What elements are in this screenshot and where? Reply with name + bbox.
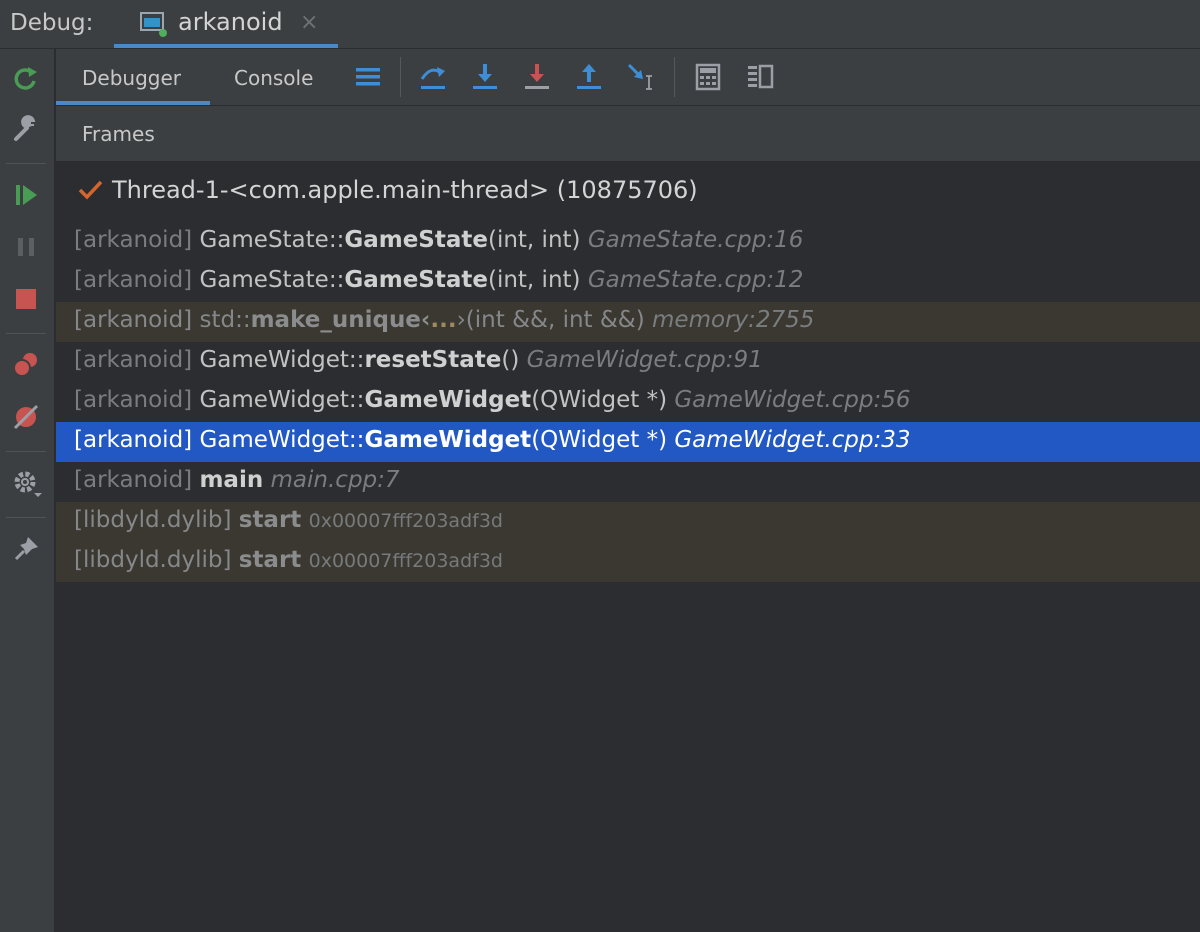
frame-namespace: std:: — [199, 307, 251, 333]
settings-icon[interactable] — [10, 467, 42, 499]
frame-location: main.cpp:7 — [270, 467, 400, 493]
tab-label: arkanoid — [178, 8, 283, 36]
debugger-toolbar: Debugger Console — [56, 49, 1200, 106]
step-over-icon[interactable] — [417, 61, 449, 93]
frame-function: GameWidget — [364, 427, 532, 453]
layout-icon[interactable] — [744, 61, 776, 93]
frame-args: () — [501, 347, 520, 373]
frame-module: [libdyld.dylib] — [74, 547, 232, 573]
step-out-icon[interactable] — [573, 61, 605, 93]
frames-header-label: Frames — [82, 122, 155, 146]
debug-titlebar: Debug: arkanoid × — [0, 0, 1200, 49]
frame-function: GameState — [344, 267, 488, 293]
side-separator — [6, 333, 46, 334]
frames-list: [arkanoid] GameState::GameState(int, int… — [56, 222, 1200, 582]
evaluate-expression-icon[interactable] — [692, 61, 724, 93]
view-breakpoints-icon[interactable] — [10, 349, 42, 381]
frame-module: [arkanoid] — [74, 227, 193, 253]
tab-console-label: Console — [234, 66, 314, 90]
frame-module: [arkanoid] — [74, 267, 193, 293]
tab-debugger-label: Debugger — [82, 66, 181, 90]
frame-module: [arkanoid] — [74, 307, 193, 333]
resume-icon[interactable] — [10, 179, 42, 211]
frame-module: [arkanoid] — [74, 387, 193, 413]
frame-args: (QWidget *) — [531, 427, 668, 453]
run-to-cursor-icon[interactable] — [625, 61, 657, 93]
stack-frame-row[interactable]: [libdyld.dylib] start 0x00007fff203adf3d — [56, 542, 1200, 582]
tab-arkanoid[interactable]: arkanoid × — [114, 0, 338, 48]
frame-function: GameWidget — [364, 387, 532, 413]
debug-side-toolbar — [0, 49, 55, 932]
frame-location: GameWidget.cpp:91 — [526, 347, 763, 373]
frame-ellipsis: ... — [430, 307, 457, 333]
stack-frame-row[interactable]: [arkanoid] std::make_unique‹...›(int &&,… — [56, 302, 1200, 342]
frame-location: GameState.cpp:12 — [587, 267, 804, 293]
wrench-icon[interactable] — [10, 113, 42, 145]
frame-function: start — [238, 547, 302, 573]
stack-frame-row[interactable]: [arkanoid] GameWidget::GameWidget(QWidge… — [56, 422, 1200, 462]
toolbar-separator — [400, 57, 401, 97]
frame-location: GameWidget.cpp:56 — [674, 387, 911, 413]
stack-frame-row[interactable]: [arkanoid] main main.cpp:7 — [56, 462, 1200, 502]
side-separator — [6, 451, 46, 452]
mute-breakpoints-icon[interactable] — [10, 401, 42, 433]
thread-selector[interactable]: Thread-1-<com.apple.main-thread> (108757… — [56, 162, 1200, 220]
frame-function: main — [199, 467, 264, 493]
frame-args: ›(int &&, int &&) — [456, 307, 645, 333]
frame-function: GameState — [344, 227, 488, 253]
tab-active-indicator — [114, 44, 338, 48]
frame-function: make_unique‹ — [250, 307, 431, 333]
side-separator — [6, 163, 46, 164]
rerun-icon[interactable] — [10, 63, 42, 95]
debug-label: Debug: — [10, 10, 94, 36]
stop-icon[interactable] — [10, 283, 42, 315]
stack-frame-row[interactable]: [arkanoid] GameWidget::GameWidget(QWidge… — [56, 382, 1200, 422]
frame-module: [libdyld.dylib] — [74, 507, 232, 533]
toolbar-separator — [674, 57, 675, 97]
frame-args: (int, int) — [487, 267, 581, 293]
stack-frame-row[interactable]: [arkanoid] GameWidget::resetState() Game… — [56, 342, 1200, 382]
frame-address: 0x00007fff203adf3d — [308, 550, 503, 572]
frame-namespace: GameWidget:: — [199, 387, 365, 413]
frame-module: [arkanoid] — [74, 467, 193, 493]
frame-module: [arkanoid] — [74, 427, 193, 453]
step-into-icon[interactable] — [469, 61, 501, 93]
tab-active-indicator — [56, 101, 210, 105]
pause-icon[interactable] — [10, 231, 42, 263]
stack-frame-row[interactable]: [arkanoid] GameState::GameState(int, int… — [56, 222, 1200, 262]
frame-function: start — [238, 507, 302, 533]
frame-location: memory:2755 — [652, 307, 815, 333]
frame-location: GameWidget.cpp:33 — [674, 427, 911, 453]
frame-namespace: GameState:: — [199, 227, 345, 253]
frame-namespace: GameState:: — [199, 267, 345, 293]
pin-icon[interactable] — [10, 533, 42, 565]
frame-namespace: GameWidget:: — [199, 347, 365, 373]
tab-debugger[interactable]: Debugger — [56, 49, 210, 105]
tab-console[interactable]: Console — [216, 49, 336, 105]
frame-address: 0x00007fff203adf3d — [308, 510, 503, 532]
frame-module: [arkanoid] — [74, 347, 193, 373]
close-icon[interactable]: × — [300, 10, 318, 35]
stack-frame-row[interactable]: [arkanoid] GameState::GameState(int, int… — [56, 262, 1200, 302]
frames-panel: Thread-1-<com.apple.main-thread> (108757… — [56, 162, 1200, 932]
frame-location: GameState.cpp:16 — [587, 227, 804, 253]
frames-list-icon[interactable] — [352, 61, 384, 93]
checkmark-icon — [78, 180, 103, 200]
force-step-into-icon[interactable] — [521, 61, 553, 93]
frame-namespace: GameWidget:: — [199, 427, 365, 453]
stack-frame-row[interactable]: [libdyld.dylib] start 0x00007fff203adf3d — [56, 502, 1200, 542]
frames-header: Frames — [56, 106, 1200, 162]
run-config-icon — [140, 12, 167, 37]
side-separator — [6, 517, 46, 518]
frame-function: resetState — [364, 347, 502, 373]
thread-label: Thread-1-<com.apple.main-thread> (108757… — [112, 176, 698, 204]
frame-args: (int, int) — [487, 227, 581, 253]
frame-args: (QWidget *) — [531, 387, 668, 413]
